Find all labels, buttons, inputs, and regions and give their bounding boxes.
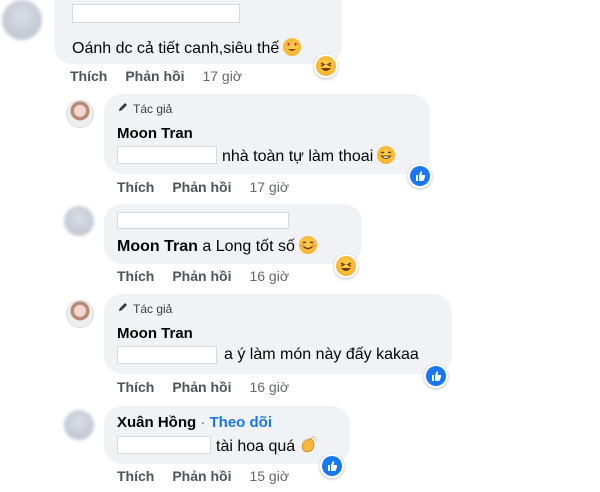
like-reaction-icon[interactable] (320, 454, 344, 478)
like-link[interactable]: Thích (117, 468, 154, 484)
comment-actions: Thích Phản hồi 15 giờ (117, 468, 289, 484)
author-tag: Tác giả (117, 301, 172, 316)
like-reaction-icon[interactable] (408, 164, 432, 188)
comment-text: a ý làm món này đấy kakaa (224, 346, 419, 363)
timestamp[interactable]: 17 giờ (202, 68, 242, 84)
like-link[interactable]: Thích (117, 268, 154, 284)
timestamp[interactable]: 17 giờ (249, 179, 289, 195)
timestamp[interactable]: 15 giờ (249, 468, 289, 484)
pencil-icon (117, 101, 129, 116)
mentioned-name[interactable]: Moon Tran (117, 238, 198, 255)
reply-link[interactable]: Phản hồi (172, 379, 231, 395)
grin-emoji-icon (377, 146, 396, 164)
author-name[interactable]: Moon Tran (117, 125, 193, 142)
author-avatar[interactable] (66, 100, 94, 128)
like-reaction-icon[interactable] (424, 364, 448, 388)
author-name[interactable]: Moon Tran (117, 325, 193, 342)
like-link[interactable]: Thích (117, 379, 154, 395)
comment-text: tài hoa quá (216, 435, 317, 456)
author-name: Xuân Hồng · Theo dõi (117, 414, 273, 431)
redacted-name (72, 4, 240, 23)
commenter-avatar[interactable] (2, 0, 42, 40)
reply-link[interactable]: Phản hồi (125, 68, 184, 84)
pencil-icon (117, 301, 129, 316)
comment-actions: Thích Phản hồi 16 giờ (117, 379, 289, 395)
comment-actions: Thích Phản hồi 16 giờ (117, 268, 289, 284)
like-link[interactable]: Thích (70, 68, 107, 84)
comment-actions: Thích Phản hồi 17 giờ (117, 179, 289, 195)
reply-link[interactable]: Phản hồi (172, 179, 231, 195)
redacted-name (117, 436, 211, 454)
follow-link[interactable]: Theo dõi (210, 414, 273, 431)
smile-emoji-icon (298, 236, 317, 254)
timestamp[interactable]: 16 giờ (249, 379, 289, 395)
like-link[interactable]: Thích (117, 179, 154, 195)
timestamp[interactable]: 16 giờ (249, 268, 289, 284)
reply-link[interactable]: Phản hồi (172, 468, 231, 484)
redacted-name (117, 146, 217, 164)
commenter-avatar[interactable] (64, 206, 94, 236)
author-avatar[interactable] (66, 300, 94, 328)
laugh-reaction-icon[interactable] (334, 254, 358, 278)
redacted-name (117, 346, 217, 364)
comment-text: Oánh dc cả tiết canh,siêu thế (72, 38, 302, 58)
laugh-reaction-icon[interactable] (314, 54, 338, 78)
redacted-name (117, 212, 289, 229)
heart-eyes-emoji-icon (283, 38, 302, 56)
comment-text: nhà toàn tự làm thoai (222, 146, 396, 166)
comment-text: Moon Tran a Long tốt số (117, 236, 317, 256)
reply-link[interactable]: Phản hồi (172, 268, 231, 284)
comment-actions: Thích Phản hồi 17 giờ (70, 68, 242, 84)
author-tag: Tác giả (117, 101, 172, 116)
commenter-avatar[interactable] (64, 410, 94, 440)
clap-emoji-icon (299, 435, 317, 454)
